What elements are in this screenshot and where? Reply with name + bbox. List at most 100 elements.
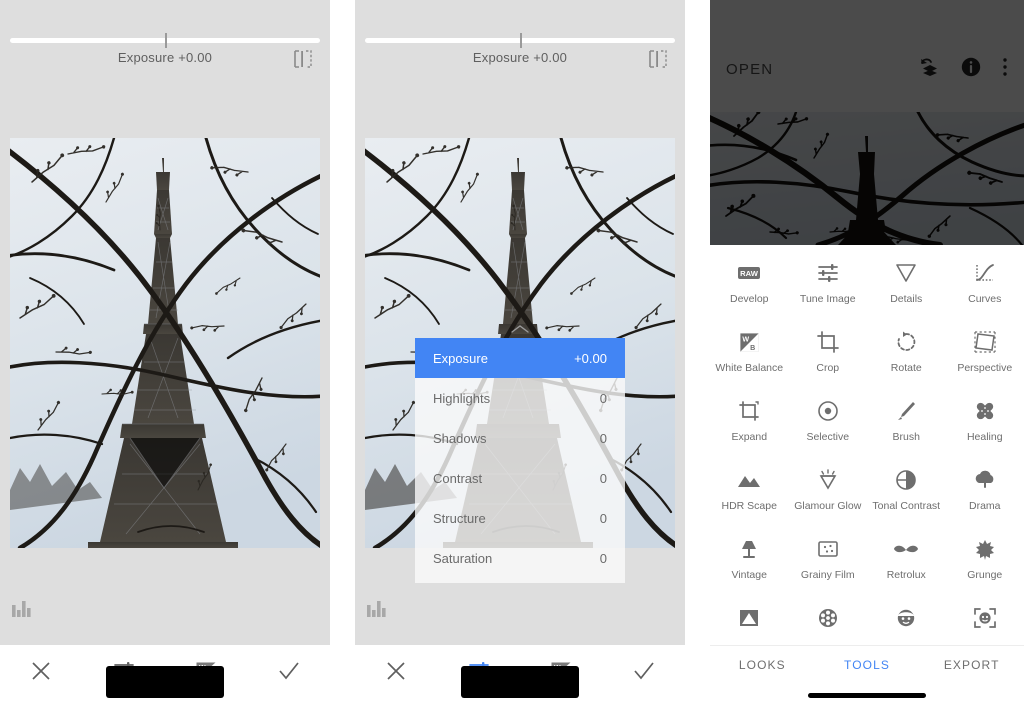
exposure-slider-area-b[interactable]: Exposure +0.00 <box>355 0 685 80</box>
histogram-icon[interactable] <box>365 599 395 621</box>
tool-label: Healing <box>966 431 1003 443</box>
editor-bottom-nav-a: W B <box>0 645 330 707</box>
tune-item-value: 0 <box>599 550 607 566</box>
eiffel-tower-photo <box>710 112 1024 245</box>
grainy-film-icon <box>816 536 840 562</box>
tool-vintage[interactable]: Vintage <box>710 529 789 598</box>
tune-adjustments-menu[interactable]: Exposure +0.00 Highlights 0 Shadows 0 Co… <box>415 338 625 583</box>
home-indicator-b <box>461 666 579 698</box>
tool-label: Curves <box>968 293 1002 305</box>
rotate-icon <box>894 329 918 355</box>
tune-menu-item-temperature[interactable]: Temperature +3918 <box>415 578 625 583</box>
tool-tonal-contrast[interactable]: Tonal Contrast <box>867 460 946 529</box>
tool-label: Tonal Contrast <box>872 500 941 512</box>
tool-details[interactable]: Details <box>867 253 946 322</box>
tool-expand[interactable]: Expand <box>710 391 789 460</box>
tool-grunge[interactable]: Grunge <box>946 529 1024 598</box>
exposure-slider-thumb-a[interactable] <box>165 33 167 48</box>
tool-selective[interactable]: Selective <box>789 391 868 460</box>
home-indicator-c <box>808 693 926 698</box>
tool-drama[interactable]: Drama <box>946 460 1024 529</box>
tool-portrait[interactable] <box>867 598 946 645</box>
tune-item-label: Structure <box>433 510 486 526</box>
tune-item-value: +0.00 <box>574 350 607 366</box>
tool-label: Vintage <box>731 569 767 581</box>
accept-button[interactable] <box>248 657 331 689</box>
compare-split-icon[interactable] <box>647 49 669 69</box>
histogram-icon[interactable] <box>10 599 40 621</box>
tune-menu-item-shadows[interactable]: Shadows 0 <box>415 418 625 458</box>
tune-item-label: Exposure <box>433 350 488 366</box>
svg-text:RAW: RAW <box>740 269 759 278</box>
tool-hdr-scape[interactable]: HDR Scape <box>710 460 789 529</box>
editor-bottom-nav-b: W B <box>355 645 685 707</box>
close-button[interactable] <box>355 657 438 689</box>
open-button[interactable]: OPEN <box>726 35 918 78</box>
editor-canvas-b: Exposure +0.00 Exposure +0.00 Highlights… <box>355 0 685 645</box>
close-x-icon <box>385 660 407 687</box>
perspective-icon <box>973 329 997 355</box>
tune-item-label: Contrast <box>433 470 483 486</box>
tune-menu-item-exposure[interactable]: Exposure +0.00 <box>415 338 625 378</box>
tools-bottom-tabs: LOOKS TOOLS EXPORT <box>710 645 1024 707</box>
eiffel-tower-photo <box>10 138 320 548</box>
tool-retrolux[interactable]: Retrolux <box>867 529 946 598</box>
tool-glamour-glow[interactable]: Glamour Glow <box>789 460 868 529</box>
tool-crop[interactable]: Crop <box>789 322 868 391</box>
photo-preview-a[interactable] <box>10 138 320 548</box>
film-reel-icon <box>816 605 840 631</box>
tool-white-balance[interactable]: W B White Balance <box>710 322 789 391</box>
tab-export[interactable]: EXPORT <box>919 658 1024 672</box>
tool-perspective[interactable]: Perspective <box>946 322 1024 391</box>
photo-preview-c[interactable] <box>710 112 1024 245</box>
compare-split-icon[interactable] <box>292 49 314 69</box>
vintage-lamp-icon <box>737 536 761 562</box>
black-and-white-icon <box>737 605 761 631</box>
tool-label: Crop <box>816 362 840 374</box>
close-x-icon <box>30 660 52 687</box>
editor-canvas-a: Exposure +0.00 <box>0 0 330 645</box>
tools-top-section: OPEN <box>710 0 1024 245</box>
tool-brush[interactable]: Brush <box>867 391 946 460</box>
tool-healing[interactable]: Healing <box>946 391 1024 460</box>
tab-looks[interactable]: LOOKS <box>710 658 815 672</box>
curves-icon <box>973 260 997 286</box>
tune-menu-item-structure[interactable]: Structure 0 <box>415 498 625 538</box>
tune-menu-item-saturation[interactable]: Saturation 0 <box>415 538 625 578</box>
tool-curves[interactable]: Curves <box>946 253 1024 322</box>
tool-black-and-white[interactable] <box>710 598 789 645</box>
tune-menu-item-contrast[interactable]: Contrast 0 <box>415 458 625 498</box>
close-button[interactable] <box>0 657 83 689</box>
tool-grainy-film[interactable]: Grainy Film <box>789 529 868 598</box>
tool-film-reel[interactable] <box>789 598 868 645</box>
header-icon-group <box>918 30 1008 83</box>
tool-label: Expand <box>731 431 768 443</box>
tool-label: Grainy Film <box>800 569 855 581</box>
panel-gap-2 <box>685 0 710 707</box>
home-indicator-a <box>106 666 224 698</box>
phone-screen-tune-menu: Exposure +0.00 Exposure +0.00 Highlights… <box>355 0 685 707</box>
accept-button[interactable] <box>603 657 686 689</box>
tool-label: Perspective <box>957 362 1013 374</box>
tool-develop[interactable]: RAW Develop <box>710 253 789 322</box>
tune-menu-item-highlights[interactable]: Highlights 0 <box>415 378 625 418</box>
tab-tools[interactable]: TOOLS <box>815 658 920 672</box>
tool-label: Tune Image <box>799 293 856 305</box>
tool-label: Grunge <box>967 569 1003 581</box>
info-icon[interactable] <box>960 56 982 83</box>
overflow-menu-icon[interactable] <box>1002 56 1008 83</box>
tool-rotate[interactable]: Rotate <box>867 322 946 391</box>
tool-label: Rotate <box>890 362 922 374</box>
exposure-slider-area-a[interactable]: Exposure +0.00 <box>0 0 330 80</box>
tonal-contrast-icon <box>894 467 918 493</box>
undo-stack-icon[interactable] <box>918 56 940 83</box>
portrait-face-icon <box>894 605 918 631</box>
hdr-mountains-icon <box>736 467 762 493</box>
tool-label: Develop <box>729 293 769 305</box>
tool-label: HDR Scape <box>721 500 777 512</box>
exposure-slider-thumb-b[interactable] <box>520 33 522 48</box>
tool-head-pose[interactable] <box>946 598 1024 645</box>
tool-tune-image[interactable]: Tune Image <box>789 253 868 322</box>
svg-text:B: B <box>750 343 755 351</box>
tune-item-label: Highlights <box>433 390 491 406</box>
